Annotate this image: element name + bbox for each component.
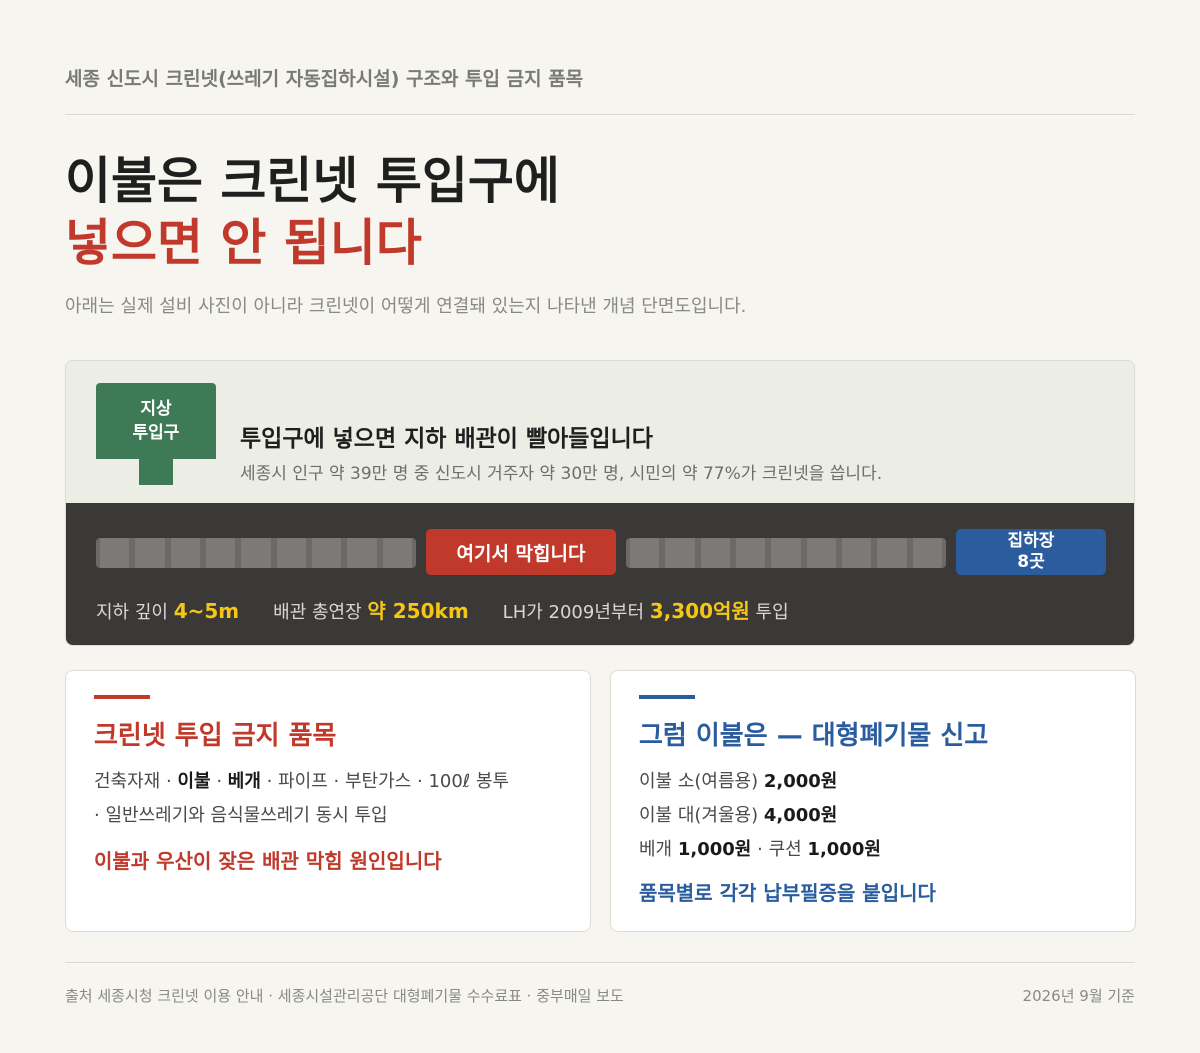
stats-row: 지하 깊이 4~5m 배관 총연장 약 250km LH가 2009년부터 3,… [96, 595, 789, 624]
card-accent-bar [639, 695, 695, 699]
card-note: 품목별로 각각 납부필증을 붙입니다 [639, 881, 936, 905]
underground-level: 여기서 막힙니다 집하장 8곳 지하 깊이 4~5m 배관 총연장 약 250k… [66, 503, 1134, 645]
card-title: 크린넷 투입 금지 품목 [94, 721, 337, 751]
stat-value: 약 250km [367, 599, 469, 623]
fee-row: 베개 1,000원 · 쿠션 1,000원 [639, 839, 881, 860]
separator: · [216, 771, 223, 792]
top-divider [65, 114, 1135, 115]
stat-suffix: 투입 [755, 602, 789, 623]
stat-label: 지하 깊이 [96, 602, 168, 623]
source-credit: 출처 세종시청 크린넷 이용 안내 · 세종시설관리공단 대형폐기물 수수료표 … [65, 987, 624, 1005]
diagram-description: 세종시 인구 약 39만 명 중 신도시 거주자 약 30만 명, 시민의 약 … [240, 464, 883, 484]
fee-label: 쿠션 [768, 839, 802, 860]
inlet-label-2: 투입구 [132, 423, 180, 443]
banned-item-highlight: 베개 [227, 771, 261, 792]
headline-line-1: 이불은 크린넷 투입구에 [65, 152, 560, 210]
stat-label: LH가 2009년부터 [502, 602, 645, 623]
banned-item: 100ℓ 봉투 [428, 771, 510, 792]
headline: 이불은 크린넷 투입구에 넣으면 안 됩니다 [65, 150, 560, 274]
kicker: 세종 신도시 크린넷(쓰레기 자동집하시설) 구조와 투입 금지 품목 [65, 68, 584, 90]
separator: · [416, 771, 423, 792]
fee-price: 1,000원 [677, 839, 752, 860]
diagram-title: 투입구에 넣으면 지하 배관이 빨아들입니다 [240, 426, 653, 452]
bottom-divider [65, 962, 1135, 963]
stat-label: 배관 총연장 [273, 602, 362, 623]
fee-row: 이불 대(겨울용) 4,000원 [639, 805, 837, 826]
card-title: 그럼 이불은 — 대형폐기물 신고 [639, 721, 989, 751]
banned-item-highlight: 이불 [177, 771, 211, 792]
banned-item: 부탄가스 [345, 771, 412, 792]
inlet-icon: 지상 투입구 [96, 383, 216, 459]
collection-station-icon: 집하장 8곳 [956, 529, 1106, 575]
separator: · [266, 771, 273, 792]
separator: · [757, 839, 763, 860]
fee-label: 이불 대(겨울용) [639, 805, 759, 826]
fee-price: 4,000원 [763, 805, 838, 826]
banned-items-list: 건축자재 · 이불 · 베개 · 파이프 · 부탄가스 · 100ℓ 봉투 · … [94, 765, 566, 833]
stat-value: 4~5m [173, 599, 240, 623]
fee-row: 이불 소(여름용) 2,000원 [639, 771, 837, 792]
fee-price: 2,000원 [763, 771, 838, 792]
banned-items-card: 크린넷 투입 금지 품목 건축자재 · 이불 · 베개 · 파이프 · 부탄가스… [65, 670, 591, 932]
cross-section-diagram: 지상 투입구 투입구에 넣으면 지하 배관이 빨아들입니다 세종시 인구 약 3… [65, 360, 1135, 646]
separator: · [165, 771, 172, 792]
pipe-segment-right [626, 538, 946, 568]
station-label-2: 8곳 [1017, 552, 1045, 572]
bulky-waste-card: 그럼 이불은 — 대형폐기물 신고 이불 소(여름용) 2,000원 이불 대(… [610, 670, 1136, 932]
fee-label: 이불 소(여름용) [639, 771, 759, 792]
station-label-1: 집하장 [1007, 531, 1055, 551]
stat-depth: 지하 깊이 4~5m [96, 598, 239, 624]
stat-investment: LH가 2009년부터 3,300억원 투입 [503, 595, 789, 624]
headline-line-2: 넣으면 안 됩니다 [65, 214, 422, 272]
banned-item: 일반쓰레기와 음식물쓰레기 동시 투입 [105, 805, 388, 826]
stat-length: 배관 총연장 약 250km [273, 595, 469, 624]
reference-date: 2026년 9월 기준 [1022, 987, 1135, 1005]
fee-label: 베개 [639, 839, 673, 860]
blockage-badge: 여기서 막힙니다 [426, 529, 616, 575]
pipe-segment-left [96, 538, 416, 568]
ground-level: 지상 투입구 투입구에 넣으면 지하 배관이 빨아들입니다 세종시 인구 약 3… [66, 361, 1134, 503]
inlet-stem [139, 459, 173, 485]
subhead: 아래는 실제 설비 사진이 아니라 크린넷이 어떻게 연결돼 있는지 나타낸 개… [65, 296, 747, 317]
banned-item: 건축자재 [94, 771, 161, 792]
inlet-label-1: 지상 [140, 399, 172, 419]
separator: · [333, 771, 340, 792]
fee-list: 이불 소(여름용) 2,000원 이불 대(겨울용) 4,000원 베개 1,0… [639, 765, 1111, 867]
fee-price: 1,000원 [807, 839, 881, 860]
stat-value: 3,300억원 [649, 599, 750, 623]
card-accent-bar [94, 695, 150, 699]
banned-item: 파이프 [278, 771, 328, 792]
separator: · [94, 805, 100, 826]
card-note: 이불과 우산이 잦은 배관 막힘 원인입니다 [94, 849, 442, 873]
